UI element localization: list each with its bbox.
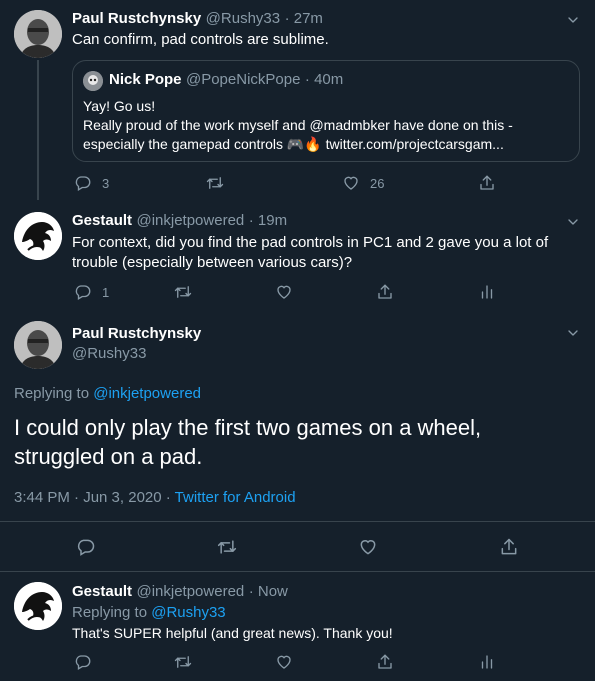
quote-link: twitter.com/projectcarsgam... — [325, 136, 504, 152]
tweet-header: Paul Rustchynsky @Rushy33 · 27m — [72, 10, 323, 28]
replying-to-link[interactable]: @Rushy33 — [151, 604, 225, 621]
profile-art-icon — [14, 582, 62, 630]
analytics-icon[interactable] — [478, 653, 496, 671]
tweet-line: For context, did you find the pad contro… — [72, 234, 549, 251]
retweet-icon[interactable] — [217, 537, 237, 557]
tweet-time[interactable]: · 27m — [285, 10, 323, 27]
chevron-down-icon[interactable] — [565, 12, 581, 28]
reply-action[interactable]: 3 — [74, 174, 109, 192]
quote-text: Yay! Go us! Really proud of the work mys… — [83, 97, 513, 154]
tweet-text: Can confirm, pad controls are sublime. — [72, 31, 329, 48]
quote-line: Really proud of the work myself and @mad… — [83, 117, 513, 133]
avatar — [83, 71, 103, 91]
tweet-meta: 3:44 PM · Jun 3, 2020 · Twitter for Andr… — [14, 489, 296, 506]
quote-line: Yay! Go us! — [83, 98, 156, 114]
quote-author-handle: @PopeNickPope — [185, 71, 301, 88]
avatar[interactable] — [14, 582, 62, 630]
replying-to: Replying to @Rushy33 — [72, 604, 226, 621]
analytics-action[interactable] — [478, 283, 496, 301]
client-link[interactable]: Twitter for Android — [175, 489, 296, 506]
like-action[interactable] — [275, 653, 293, 671]
share-action[interactable] — [499, 537, 519, 557]
chevron-down-icon[interactable] — [565, 214, 581, 230]
reply-action[interactable] — [76, 537, 96, 557]
analytics-action[interactable] — [478, 653, 496, 671]
quote-author-name: Nick Pope — [109, 71, 182, 88]
avatar[interactable] — [14, 212, 62, 260]
profile-photo-icon — [14, 321, 62, 369]
author-handle[interactable]: @Rushy33 — [72, 345, 146, 362]
tweet-header: Gestault @inkjetpowered · Now — [72, 583, 288, 601]
emoji: 🎮🔥 — [286, 136, 322, 152]
share-action[interactable] — [376, 653, 394, 671]
tweet-line: trouble (especially between various cars… — [72, 254, 353, 271]
retweet-action[interactable] — [174, 653, 192, 671]
share-action[interactable] — [376, 283, 394, 301]
quoted-tweet[interactable]: Nick Pope @PopeNickPope · 40m Yay! Go us… — [72, 60, 580, 162]
replying-to: Replying to @inkjetpowered — [14, 385, 201, 402]
like-icon[interactable] — [275, 283, 293, 301]
like-action[interactable]: 26 — [342, 174, 384, 192]
divider — [0, 571, 595, 572]
replying-to-link[interactable]: @inkjetpowered — [93, 385, 201, 402]
retweet-action[interactable] — [217, 537, 237, 557]
replying-prefix: Replying to — [14, 385, 90, 402]
replying-prefix: Replying to — [72, 604, 148, 621]
avatar[interactable] — [14, 321, 62, 369]
author-handle[interactable]: @inkjetpowered — [136, 583, 244, 600]
author-handle[interactable]: @inkjetpowered — [136, 212, 244, 229]
like-icon[interactable] — [358, 537, 378, 557]
tweet-header: Gestault @inkjetpowered · 19m — [72, 212, 287, 230]
reply-icon[interactable] — [74, 653, 92, 671]
thread-line — [37, 60, 39, 200]
tweet-time[interactable]: · 19m — [249, 212, 287, 229]
like-count: 26 — [370, 175, 385, 191]
reply-icon[interactable] — [74, 174, 92, 192]
retweet-action[interactable] — [174, 283, 192, 301]
share-icon[interactable] — [376, 653, 394, 671]
quote-header: Nick Pope @PopeNickPope · 40m — [109, 71, 343, 89]
retweet-action[interactable] — [206, 174, 224, 192]
author-name[interactable]: Gestault — [72, 212, 132, 229]
main-tweet-text: I could only play the first two games on… — [14, 413, 481, 471]
avatar[interactable] — [14, 10, 62, 58]
quote-time: · 40m — [304, 71, 344, 88]
tweet-text: That's SUPER helpful (and great news). T… — [72, 625, 393, 641]
retweet-icon[interactable] — [206, 174, 224, 192]
reply-action[interactable] — [74, 653, 92, 671]
like-icon[interactable] — [342, 174, 360, 192]
profile-photo-icon — [14, 10, 62, 58]
like-action[interactable] — [275, 283, 293, 301]
reply-icon[interactable] — [76, 537, 96, 557]
author-name[interactable]: Gestault — [72, 583, 132, 600]
tweet-line: I could only play the first two games on… — [14, 415, 482, 440]
quote-line-text: especially the gamepad controls — [83, 136, 284, 152]
quote-line: especially the gamepad controls 🎮🔥 twitt… — [83, 135, 513, 154]
like-icon[interactable] — [275, 653, 293, 671]
profile-art-icon — [14, 212, 62, 260]
share-icon[interactable] — [499, 537, 519, 557]
reply-action[interactable]: 1 — [74, 283, 109, 301]
skull-icon — [83, 71, 103, 91]
reply-icon[interactable] — [74, 283, 92, 301]
divider — [0, 521, 595, 522]
share-icon[interactable] — [376, 283, 394, 301]
analytics-icon[interactable] — [478, 283, 496, 301]
author-handle[interactable]: @Rushy33 — [206, 10, 280, 27]
tweet-time[interactable]: · Now — [249, 583, 288, 600]
share-icon[interactable] — [478, 174, 496, 192]
author-name[interactable]: Paul Rustchynsky — [72, 10, 201, 27]
chevron-down-icon[interactable] — [565, 325, 581, 341]
tweet-line: struggled on a pad. — [14, 444, 203, 469]
like-action[interactable] — [358, 537, 378, 557]
retweet-icon[interactable] — [174, 653, 192, 671]
reply-count: 1 — [102, 284, 110, 300]
author-name[interactable]: Paul Rustchynsky — [72, 325, 201, 342]
reply-count: 3 — [102, 175, 110, 191]
share-action[interactable] — [478, 174, 496, 192]
timestamp[interactable]: 3:44 PM · Jun 3, 2020 · — [14, 489, 171, 506]
tweet-text: For context, did you find the pad contro… — [72, 233, 548, 273]
retweet-icon[interactable] — [174, 283, 192, 301]
